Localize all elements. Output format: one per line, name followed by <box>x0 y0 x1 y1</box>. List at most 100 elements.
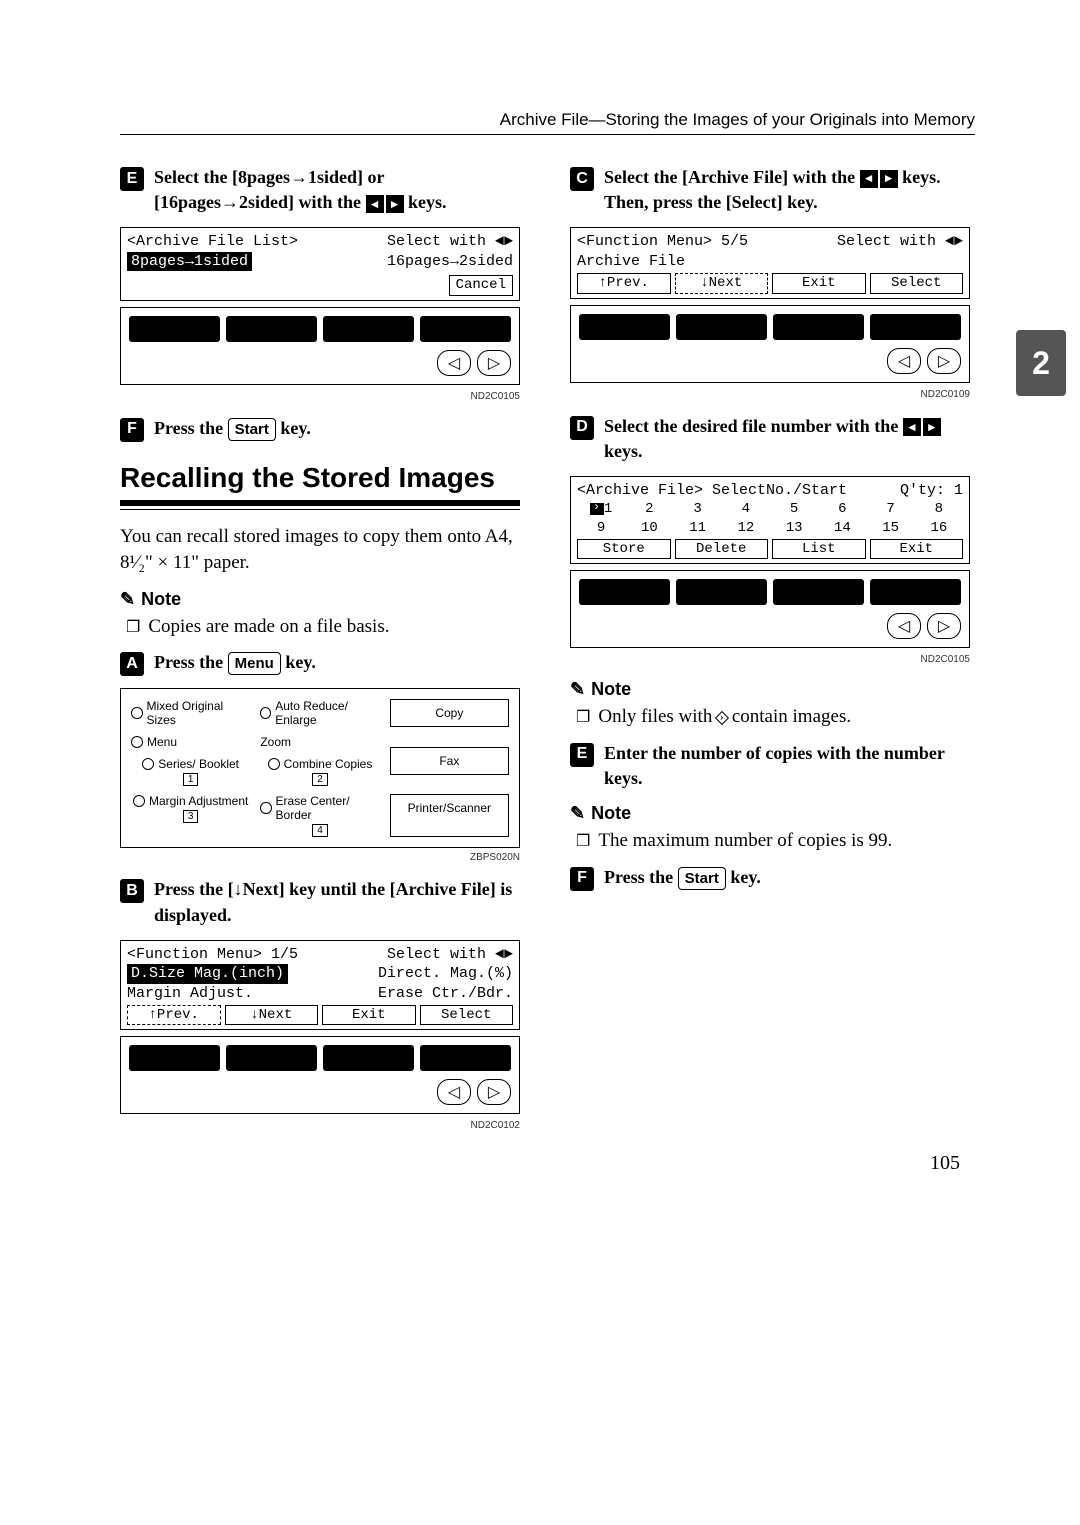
archive-file-label: [Archive File] <box>682 167 788 187</box>
cancel-button[interactable]: Cancel <box>449 275 513 295</box>
figure-code: ND2C0109 <box>570 389 970 400</box>
control-panel: ◁ ▷ <box>570 305 970 383</box>
soft-key[interactable] <box>420 1045 511 1071</box>
step-2: B Press the [↓Next] key until the [Archi… <box>120 877 520 927</box>
text: Select the <box>604 167 682 187</box>
num-tag: 1 <box>183 773 199 786</box>
option-2: [16pages→2sided] <box>154 192 294 212</box>
fax-mode-button[interactable]: Fax <box>390 747 509 775</box>
right-arrow-button[interactable]: ▷ <box>477 1079 511 1105</box>
lcd-hint: Select with <box>387 946 486 963</box>
left-arrow-button[interactable]: ◁ <box>437 1079 471 1105</box>
soft-key[interactable] <box>129 1045 220 1071</box>
text: keys. <box>604 441 643 461</box>
lcd-title: <Archive File List> <box>127 232 298 252</box>
exit-button[interactable]: Exit <box>322 1005 416 1025</box>
left-right-keys-icon: ◄► <box>903 418 941 436</box>
step-1: A Press the Menu key. <box>120 650 520 676</box>
lcd-hint: Select with <box>837 233 936 250</box>
step-number-icon: A <box>120 652 144 676</box>
list-button[interactable]: List <box>772 539 866 559</box>
soft-key[interactable] <box>226 1045 317 1071</box>
intro-text: You can recall stored images to copy the… <box>120 524 520 577</box>
note-heading: Note <box>570 679 970 700</box>
control-panel: ◁ ▷ <box>120 307 520 385</box>
left-arrow-button[interactable]: ◁ <box>887 348 921 374</box>
note-item: Copies are made on a file basis. <box>126 614 520 641</box>
prev-button[interactable]: ↑Prev. <box>127 1005 221 1025</box>
step-5-left: E Select the [8pages→1sided] or [16pages… <box>120 165 520 215</box>
select-button[interactable]: Select <box>420 1005 514 1025</box>
select-label: [Select] <box>726 192 783 212</box>
prev-button[interactable]: ↑Prev. <box>577 273 671 293</box>
copy-mode-button[interactable]: Copy <box>390 699 509 727</box>
step-number-icon: E <box>570 743 594 767</box>
note-item: Only files with contain images. <box>576 704 970 731</box>
chapter-tab: 2 <box>1016 330 1066 396</box>
right-arrow-button[interactable]: ▷ <box>477 350 511 376</box>
step-3: C Select the [Archive File] with the ◄► … <box>570 165 970 215</box>
label: Zoom <box>260 735 291 749</box>
soft-key[interactable] <box>323 316 414 342</box>
file-row-1: 1 234 5678 <box>577 500 963 518</box>
exit-button[interactable]: Exit <box>870 539 964 559</box>
figure-code: ZBPS020N <box>120 852 520 863</box>
step-number-icon: E <box>120 167 144 191</box>
soft-key[interactable] <box>323 1045 414 1071</box>
selected-file-icon <box>590 503 604 515</box>
lcd-item: Margin Adjust. <box>127 984 253 1004</box>
lcd-title: <Function Menu> 5/5 <box>577 232 748 252</box>
step-5-right: E Enter the number of copies with the nu… <box>570 741 970 791</box>
select-button[interactable]: Select <box>870 273 964 293</box>
exit-button[interactable]: Exit <box>772 273 866 293</box>
num-tag: 4 <box>312 824 328 837</box>
soft-key[interactable] <box>129 316 220 342</box>
step-number-icon: F <box>570 867 594 891</box>
right-arrow-button[interactable]: ▷ <box>927 613 961 639</box>
soft-key[interactable] <box>579 579 670 605</box>
running-header: Archive File—Storing the Images of your … <box>120 110 975 135</box>
lcd-qty: Q'ty: 1 <box>900 481 963 501</box>
soft-key[interactable] <box>870 579 961 605</box>
soft-key[interactable] <box>773 314 864 340</box>
radio-icon <box>142 758 154 770</box>
radio-icon <box>268 758 280 770</box>
store-button[interactable]: Store <box>577 539 671 559</box>
start-key: Start <box>678 867 726 890</box>
radio-icon <box>131 736 143 748</box>
text: Press the <box>154 652 228 672</box>
lcd-option: 16pages→2sided <box>387 252 513 272</box>
text: with the <box>793 167 860 187</box>
printer-scanner-button[interactable]: Printer/Scanner <box>390 794 509 837</box>
soft-key[interactable] <box>579 314 670 340</box>
text: with the <box>299 192 366 212</box>
menu-key: Menu <box>228 652 281 675</box>
left-arrow-button[interactable]: ◁ <box>437 350 471 376</box>
soft-key[interactable] <box>676 579 767 605</box>
left-column: E Select the [8pages→1sided] or [16pages… <box>120 165 520 1145</box>
left-arrow-button[interactable]: ◁ <box>887 613 921 639</box>
soft-key[interactable] <box>676 314 767 340</box>
delete-button[interactable]: Delete <box>675 539 769 559</box>
step-number-icon: C <box>570 167 594 191</box>
next-button[interactable]: ↓Next <box>225 1005 319 1025</box>
label: Mixed Original Sizes <box>147 699 251 727</box>
left-right-keys-icon: ◄► <box>366 195 404 213</box>
soft-key[interactable] <box>226 316 317 342</box>
label: Menu <box>147 735 177 749</box>
note-item: The maximum number of copies is 99. <box>576 828 970 855</box>
step-number-icon: F <box>120 418 144 442</box>
text: or <box>367 167 384 187</box>
next-button[interactable]: ↓Next <box>675 273 769 293</box>
lcd-hint: Select with <box>387 233 486 250</box>
text: Press the <box>154 879 228 899</box>
lcd-item: Direct. Mag.(%) <box>378 964 513 984</box>
text: key. <box>730 867 761 887</box>
contains-image-icon <box>715 711 729 725</box>
right-arrow-button[interactable]: ▷ <box>927 348 961 374</box>
soft-key[interactable] <box>420 316 511 342</box>
soft-key[interactable] <box>773 579 864 605</box>
soft-key[interactable] <box>870 314 961 340</box>
file-row-2: 9101112 13141516 <box>577 519 963 537</box>
text: Select the desired file number with the <box>604 416 903 436</box>
